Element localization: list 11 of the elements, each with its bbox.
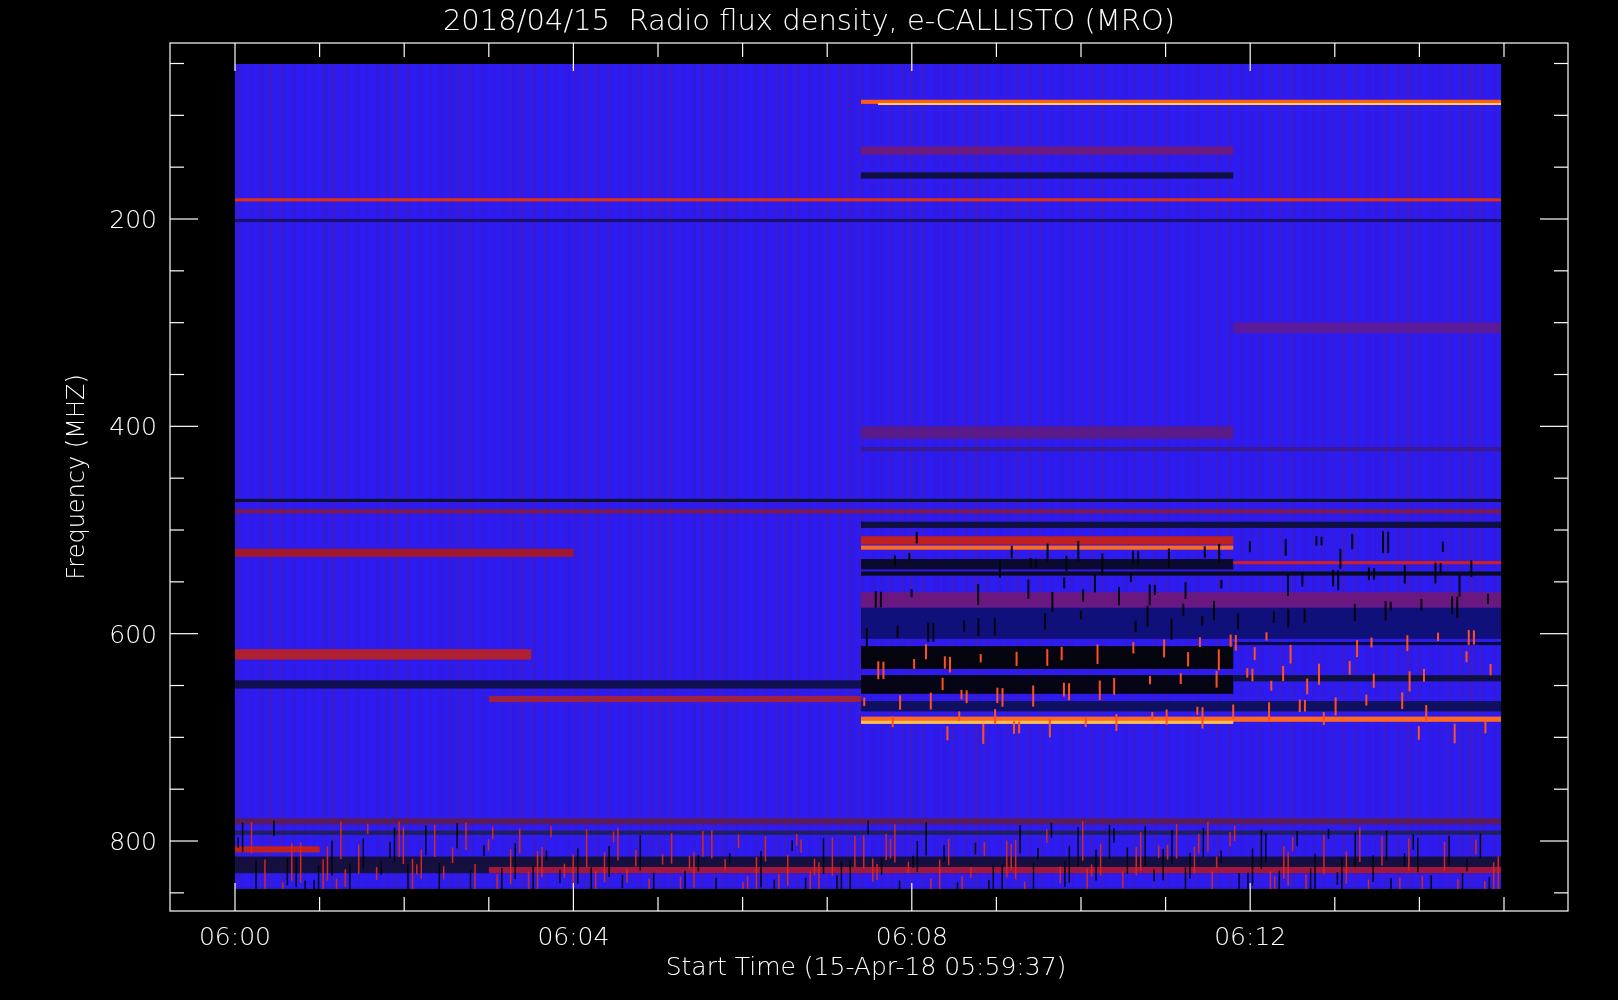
y-tick-label: 600: [109, 619, 157, 649]
y-axis-label: Frequency (MHZ): [62, 374, 90, 580]
x-tick-label: 06:00: [199, 922, 271, 951]
x-tick-label: 06:12: [1214, 922, 1287, 951]
y-tick-label: 200: [109, 205, 157, 234]
y-tick-label: 800: [109, 827, 157, 856]
y-tick-label: 400: [109, 412, 157, 442]
x-tick-label: 06:08: [875, 922, 948, 951]
x-tick-label: 06:04: [537, 922, 610, 951]
chart-title: 2018/04/15 Radio flux density, e-CALLISTO (MRO): [442, 3, 1176, 37]
x-axis-label: Start Time (15-Apr-18 05:59:37): [665, 952, 1067, 981]
